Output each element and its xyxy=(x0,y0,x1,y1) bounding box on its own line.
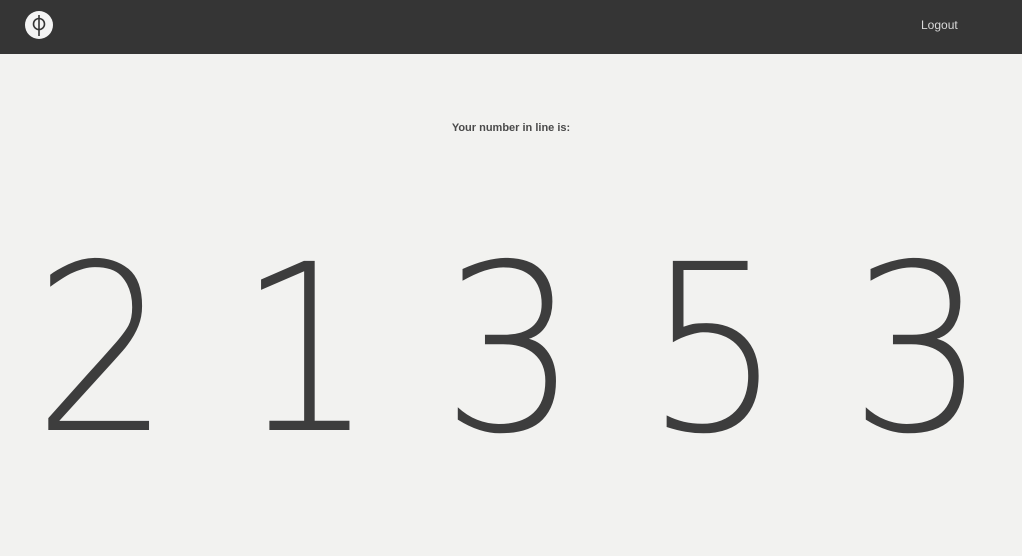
queue-number-display: 2 1 3 5 3 xyxy=(0,215,1022,485)
queue-main-content: Your number in line is: 2 1 3 5 3 xyxy=(0,54,1022,556)
queue-digit-4: 5 xyxy=(645,215,783,485)
logout-link[interactable]: Logout xyxy=(921,17,958,33)
queue-digit-5: 3 xyxy=(849,215,987,485)
queue-digit-2: 1 xyxy=(237,215,375,485)
queue-digit-3: 3 xyxy=(441,215,579,485)
logo-icon[interactable] xyxy=(25,11,53,39)
queue-digit-1: 2 xyxy=(33,215,171,485)
top-nav-bar: Logout xyxy=(0,0,1022,54)
queue-prompt-text: Your number in line is: xyxy=(451,122,571,134)
